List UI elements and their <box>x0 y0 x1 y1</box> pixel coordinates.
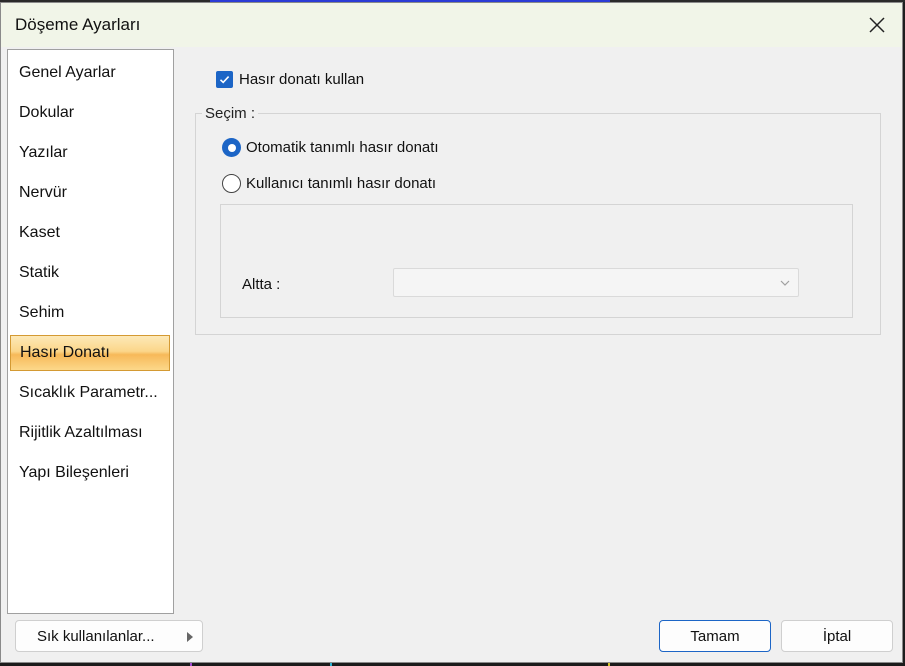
user-defined-mesh-box: Altta : <box>220 204 853 318</box>
use-mesh-checkbox[interactable] <box>216 71 233 88</box>
checkmark-icon <box>219 76 230 84</box>
sidebar-item-temperature-parameters[interactable]: Sıcaklık Parametr... <box>10 375 170 411</box>
chevron-down-icon <box>780 280 790 286</box>
automatic-mesh-radio[interactable] <box>222 138 241 157</box>
title-bar: Döşeme Ayarları <box>1 3 902 47</box>
selection-group-legend: Seçim : <box>202 105 259 122</box>
settings-panel: Hasır donatı kullan Seçim : Otomatik tan… <box>174 49 896 614</box>
user-defined-mesh-label: Kullanıcı tanımlı hasır donatı <box>246 175 437 192</box>
settings-dialog: Döşeme Ayarları Genel Ayarlar Dokular Ya… <box>0 2 903 663</box>
sidebar-item-textures[interactable]: Dokular <box>10 95 170 131</box>
cancel-button[interactable]: İptal <box>781 620 893 652</box>
bottom-field-label: Altta : <box>242 276 281 293</box>
bottom-mesh-select[interactable] <box>393 268 799 297</box>
sidebar-item-coffer[interactable]: Kaset <box>10 215 170 251</box>
ok-button[interactable]: Tamam <box>659 620 771 652</box>
sidebar-item-deflection[interactable]: Sehim <box>10 295 170 331</box>
selection-group: Seçim : Otomatik tanımlı hasır donatı Ku… <box>195 105 881 335</box>
sidebar-item-rib[interactable]: Nervür <box>10 175 170 211</box>
sidebar-item-building-components[interactable]: Yapı Bileşenleri <box>10 455 170 491</box>
sidebar-item-mesh-reinforcement[interactable]: Hasır Donatı <box>10 335 170 371</box>
window-title: Döşeme Ayarları <box>15 15 141 34</box>
sidebar-item-stiffness-reduction[interactable]: Rijitlik Azaltılması <box>10 415 170 451</box>
favorites-button[interactable]: Sık kullanılanlar... <box>15 620 203 652</box>
radio-selected-dot <box>227 143 236 152</box>
automatic-mesh-option[interactable]: Otomatik tanımlı hasır donatı <box>222 138 439 157</box>
user-defined-mesh-option[interactable]: Kullanıcı tanımlı hasır donatı <box>222 174 436 193</box>
sidebar-item-static[interactable]: Statik <box>10 255 170 291</box>
category-list: Genel Ayarlar Dokular Yazılar Nervür Kas… <box>7 49 174 614</box>
close-icon <box>869 17 885 33</box>
use-mesh-label: Hasır donatı kullan <box>239 71 365 88</box>
sidebar-item-texts[interactable]: Yazılar <box>10 135 170 171</box>
chevron-right-icon <box>187 632 193 642</box>
close-button[interactable] <box>860 9 894 41</box>
dialog-footer: Sık kullanılanlar... Tamam İptal <box>1 614 902 662</box>
sidebar-item-general-settings[interactable]: Genel Ayarlar <box>10 55 170 91</box>
use-mesh-checkbox-row[interactable]: Hasır donatı kullan <box>216 71 364 88</box>
favorites-button-label: Sık kullanılanlar... <box>37 627 155 645</box>
automatic-mesh-label: Otomatik tanımlı hasır donatı <box>246 139 439 156</box>
user-defined-mesh-radio[interactable] <box>222 174 241 193</box>
